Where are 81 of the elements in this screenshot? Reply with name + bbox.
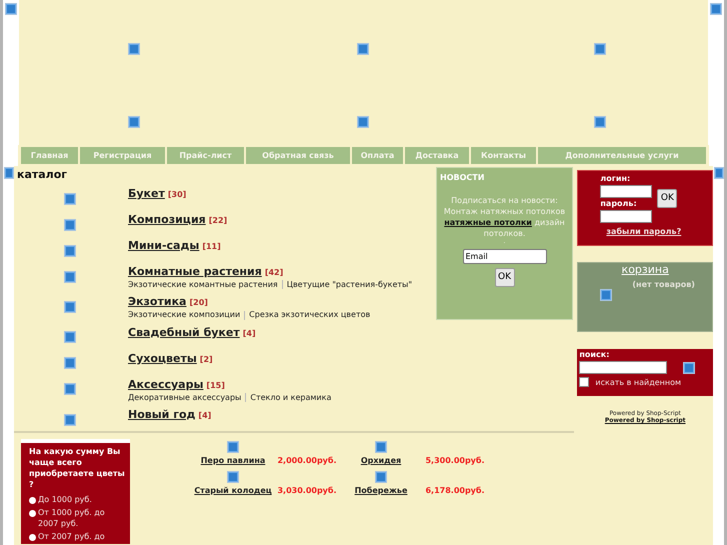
subscribe-button[interactable]: OK xyxy=(494,268,514,286)
subcategory-link[interactable]: Декоративные аксессуары xyxy=(128,392,242,402)
radio-label: До 1000 руб. xyxy=(38,494,92,505)
search-field[interactable] xyxy=(579,361,668,374)
subcategory-link[interactable]: Экзотические композиции xyxy=(128,310,240,320)
category-link[interactable]: Новый год xyxy=(128,408,196,421)
broken-image-icon xyxy=(128,43,140,55)
category-link[interactable]: Экзотика xyxy=(128,295,186,308)
broken-image-icon xyxy=(64,331,76,344)
category-link[interactable]: Комнатные растения xyxy=(128,265,262,278)
news-link[interactable]: натяжные потолки xyxy=(444,218,532,227)
category-link[interactable]: Аксессуары xyxy=(128,378,204,391)
broken-image-icon xyxy=(227,441,239,453)
news-text: Подписаться на новости: Монтаж натяжных потолков натяжные потолки дизайн потолков. xyxy=(443,195,566,239)
subcategory-link[interactable]: Срезка экзотических цветов xyxy=(249,310,370,320)
checkbox-label: искать в найденном xyxy=(595,378,682,386)
broken-image-icon xyxy=(357,43,370,55)
category-count: [22] xyxy=(208,216,228,225)
catalog-title: каталог xyxy=(17,168,68,181)
broken-image-icon xyxy=(64,192,76,205)
broken-image-icon xyxy=(594,116,606,128)
broken-image-icon xyxy=(64,300,76,313)
broken-image-icon xyxy=(357,116,370,128)
product-link[interactable]: Старый колодец xyxy=(194,486,272,495)
password-field[interactable] xyxy=(600,210,652,223)
category-count: [4] xyxy=(198,410,212,420)
radio-label: От 1000 руб. до 2007 руб. xyxy=(38,507,106,529)
login-label: логин: xyxy=(600,174,632,183)
broken-image-icon xyxy=(714,167,724,179)
checkbox[interactable] xyxy=(579,377,590,387)
broken-image-icon xyxy=(594,43,606,55)
cart-empty-text: (нет товаров) xyxy=(632,280,695,289)
broken-image-icon xyxy=(600,289,612,301)
category-link[interactable]: Свадебный букет xyxy=(128,326,240,339)
broken-image-icon xyxy=(5,3,17,15)
category-link[interactable]: Мини-сады xyxy=(128,239,200,252)
broken-image-icon xyxy=(64,357,76,370)
category-count: [15] xyxy=(206,380,225,390)
product-price: 2,000.00руб. xyxy=(277,456,337,465)
broken-image-icon xyxy=(64,414,76,426)
category-count: [11] xyxy=(202,242,221,251)
broken-image-icon xyxy=(4,167,14,179)
radio-button[interactable] xyxy=(29,510,36,517)
broken-image-icon xyxy=(64,270,76,283)
subcategory-link[interactable]: Стекло и керамика xyxy=(250,392,332,402)
category-count: [2] xyxy=(200,354,213,364)
category-count: [42] xyxy=(264,268,284,277)
category-link[interactable]: Сухоцветы xyxy=(128,352,197,365)
broken-image-icon xyxy=(375,441,387,453)
login-button[interactable]: OK xyxy=(657,188,678,208)
broken-image-icon xyxy=(683,362,696,374)
broken-image-icon xyxy=(64,218,76,231)
product-price: 6,178.00руб. xyxy=(425,486,485,495)
broken-image-icon xyxy=(710,3,722,15)
broken-image-icon xyxy=(64,244,76,257)
radio-button[interactable] xyxy=(29,497,36,504)
password-label: пароль: xyxy=(600,199,638,208)
search-label: поиск: xyxy=(579,350,610,359)
news-title: НОВОСТИ xyxy=(439,172,486,184)
broken-image-icon xyxy=(375,471,387,483)
product-price: 3,030.00руб. xyxy=(277,486,337,495)
product-link[interactable]: Перо павлина xyxy=(200,456,266,465)
email-field[interactable]: Email xyxy=(462,249,546,264)
broken-image-icon xyxy=(227,471,239,483)
category-count: [20] xyxy=(189,298,208,308)
subcategory-link[interactable]: Экзотические комантные растения xyxy=(128,280,278,289)
category-link[interactable]: Букет xyxy=(128,187,165,200)
login-field[interactable] xyxy=(600,185,652,198)
product-link[interactable]: Орхидея xyxy=(360,456,402,465)
product-price: 5,300.00руб. xyxy=(425,456,485,465)
subcategory-link[interactable]: Цветущие "растения-букеты" xyxy=(286,280,412,289)
radio-button[interactable] xyxy=(29,534,36,541)
category-link[interactable]: Композиция xyxy=(128,213,206,226)
poll-question: На какую сумму Вы чаще всего приобретаете цветы ? xyxy=(29,446,126,490)
product-link[interactable]: Побережье xyxy=(354,486,408,495)
forgot-password-link[interactable]: забыли пароль? xyxy=(606,227,712,236)
category-count: [30] xyxy=(168,190,186,199)
category-count: [4] xyxy=(242,328,256,338)
broken-image-icon xyxy=(128,116,140,128)
broken-image-icon xyxy=(64,383,76,396)
radio-label: От 2007 руб. до xyxy=(38,531,105,542)
